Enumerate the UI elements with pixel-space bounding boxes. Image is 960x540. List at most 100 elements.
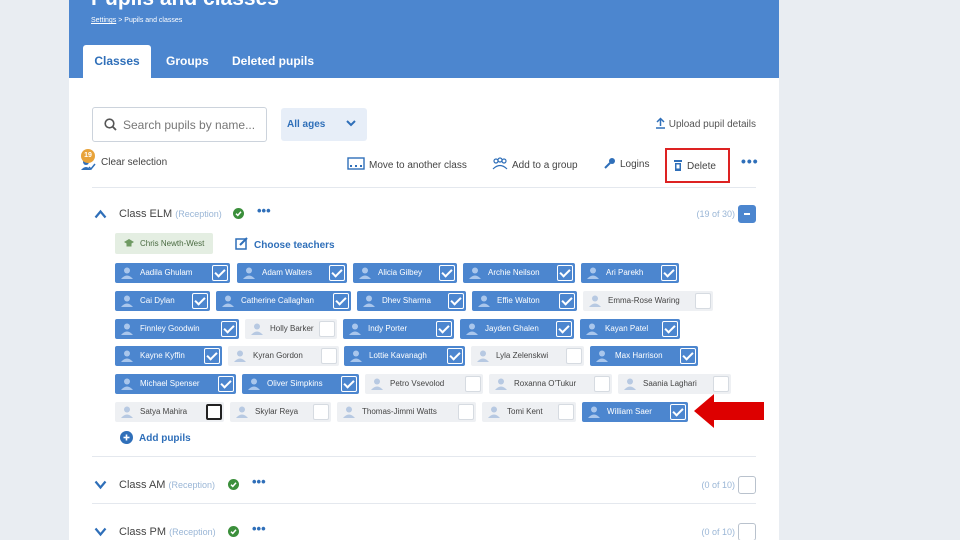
pupil-checkbox[interactable] xyxy=(670,404,686,420)
pupil-checkbox[interactable] xyxy=(329,265,345,281)
breadcrumb-settings-link[interactable]: Settings xyxy=(91,17,116,24)
pupil-checkbox[interactable] xyxy=(206,404,222,420)
pupil-chip[interactable]: Finnley Goodwin xyxy=(115,319,239,339)
class-elm-title[interactable]: Class ELM (Reception) xyxy=(119,208,222,220)
clear-selection-label: Clear selection xyxy=(101,157,168,168)
class-pm-select-checkbox[interactable] xyxy=(738,523,756,540)
pupil-chip[interactable]: Max Harrison xyxy=(590,346,698,366)
delete-button[interactable]: Delete xyxy=(665,148,730,183)
pupil-checkbox[interactable] xyxy=(447,348,463,364)
pupil-chip[interactable]: Oliver Simpkins xyxy=(242,374,359,394)
user-icon xyxy=(121,406,133,418)
pupil-checkbox[interactable] xyxy=(448,293,464,309)
page-header: Pupils and classes Settings > Pupils and… xyxy=(69,0,779,78)
pupil-chip[interactable]: Aadila Ghulam xyxy=(115,263,230,283)
class-am-title[interactable]: Class AM (Reception) xyxy=(119,479,215,491)
choose-teachers-label: Choose teachers xyxy=(254,240,335,251)
pupil-checkbox[interactable] xyxy=(204,348,220,364)
pupil-chip[interactable]: Thomas-Jimmi Watts xyxy=(337,402,476,422)
pupil-chip[interactable]: Petro Vsevolod xyxy=(365,374,483,394)
class-am-more-button[interactable]: ••• xyxy=(252,474,266,489)
pupil-chip[interactable]: Kayne Kyffin xyxy=(115,346,222,366)
choose-teachers-link[interactable]: Choose teachers xyxy=(235,236,335,251)
upload-pupil-details-link[interactable]: Upload pupil details xyxy=(655,117,756,130)
pupil-chip[interactable]: Ari Parekh xyxy=(581,263,679,283)
pupil-chip[interactable]: Lottie Kavanagh xyxy=(344,346,465,366)
pupil-chip[interactable]: Dhev Sharma xyxy=(357,291,466,311)
pupil-chip[interactable]: William Saer xyxy=(582,402,688,422)
pupil-name: Lottie Kavanagh xyxy=(369,351,427,360)
class-am-select-checkbox[interactable] xyxy=(738,476,756,494)
pupil-chip[interactable]: Satya Mahira xyxy=(115,402,224,422)
pupil-chip[interactable]: Saania Laghari xyxy=(618,374,731,394)
move-to-class-button[interactable]: Move to another class xyxy=(347,157,467,171)
user-icon xyxy=(121,323,133,335)
pupil-checkbox[interactable] xyxy=(556,321,572,337)
logins-button[interactable]: Logins xyxy=(604,157,649,170)
pupil-checkbox[interactable] xyxy=(319,321,335,337)
class-elm-select-checkbox[interactable] xyxy=(738,205,756,223)
pupil-chip[interactable]: Tomi Kent xyxy=(482,402,576,422)
pupil-checkbox[interactable] xyxy=(218,376,234,392)
pupil-checkbox[interactable] xyxy=(321,348,337,364)
pupil-checkbox[interactable] xyxy=(458,404,474,420)
pupil-chip[interactable]: Jayden Ghalen xyxy=(460,319,574,339)
class-pm-title[interactable]: Class PM (Reception) xyxy=(119,526,216,538)
age-filter-select[interactable]: All ages xyxy=(281,108,367,141)
pupil-chip[interactable]: Adam Walters xyxy=(237,263,347,283)
class-pm-more-button[interactable]: ••• xyxy=(252,521,266,536)
pupil-chip[interactable]: Kayan Patel xyxy=(580,319,680,339)
pupil-checkbox[interactable] xyxy=(465,376,481,392)
more-actions-button[interactable]: ••• xyxy=(741,153,759,169)
pupil-checkbox[interactable] xyxy=(212,265,228,281)
tab-deleted-pupils[interactable]: Deleted pupils xyxy=(232,45,314,78)
tab-classes[interactable]: Classes xyxy=(83,45,151,78)
pupil-checkbox[interactable] xyxy=(558,404,574,420)
user-icon xyxy=(343,406,355,418)
pupil-chip[interactable]: Skylar Reya xyxy=(230,402,331,422)
pupil-checkbox[interactable] xyxy=(313,404,329,420)
pupil-chip[interactable]: Holly Barker xyxy=(245,319,337,339)
chevron-up-icon[interactable] xyxy=(94,209,107,219)
search-input[interactable] xyxy=(123,108,263,141)
user-icon xyxy=(251,323,263,335)
add-pupils-button[interactable]: Add pupils xyxy=(120,431,191,444)
pupil-checkbox[interactable] xyxy=(566,348,582,364)
edit-icon xyxy=(235,237,248,250)
pupil-name: Max Harrison xyxy=(615,351,663,360)
pupil-chip[interactable]: Kyran Gordon xyxy=(228,346,339,366)
pupil-checkbox[interactable] xyxy=(439,265,455,281)
search-box[interactable] xyxy=(92,107,267,142)
pupil-checkbox[interactable] xyxy=(695,293,711,309)
pupil-checkbox[interactable] xyxy=(680,348,696,364)
add-to-group-button[interactable]: Add to a group xyxy=(492,157,578,171)
pupil-checkbox[interactable] xyxy=(662,321,678,337)
tab-groups[interactable]: Groups xyxy=(166,45,209,78)
pupil-chip[interactable]: Alicia Gilbey xyxy=(353,263,457,283)
pupil-checkbox[interactable] xyxy=(559,293,575,309)
pupil-checkbox[interactable] xyxy=(333,293,349,309)
pupil-chip[interactable]: Roxanna O'Tukur xyxy=(489,374,612,394)
pupil-chip[interactable]: Indy Porter xyxy=(343,319,454,339)
class-elm-more-button[interactable]: ••• xyxy=(257,203,271,218)
check-circle-icon xyxy=(233,208,244,219)
pupil-chip[interactable]: Lyla Zelenskwi xyxy=(471,346,584,366)
pupil-checkbox[interactable] xyxy=(341,376,357,392)
chevron-down-icon[interactable] xyxy=(94,480,107,490)
class-divider xyxy=(92,456,756,457)
pupil-checkbox[interactable] xyxy=(557,265,573,281)
pupil-checkbox[interactable] xyxy=(661,265,677,281)
chevron-down-icon[interactable] xyxy=(94,527,107,537)
pupil-checkbox[interactable] xyxy=(192,293,208,309)
pupil-checkbox[interactable] xyxy=(713,376,729,392)
pupil-chip[interactable]: Catherine Callaghan xyxy=(216,291,351,311)
pupil-checkbox[interactable] xyxy=(221,321,237,337)
pupil-chip[interactable]: Michael Spenser xyxy=(115,374,236,394)
pupil-chip[interactable]: Archie Neilson xyxy=(463,263,575,283)
pupil-checkbox[interactable] xyxy=(594,376,610,392)
pupil-chip[interactable]: Emma-Rose Waring xyxy=(583,291,713,311)
pupil-checkbox[interactable] xyxy=(436,321,452,337)
pupil-chip[interactable]: Effie Walton xyxy=(472,291,577,311)
user-icon xyxy=(488,406,500,418)
pupil-chip[interactable]: Cai Dylan xyxy=(115,291,210,311)
